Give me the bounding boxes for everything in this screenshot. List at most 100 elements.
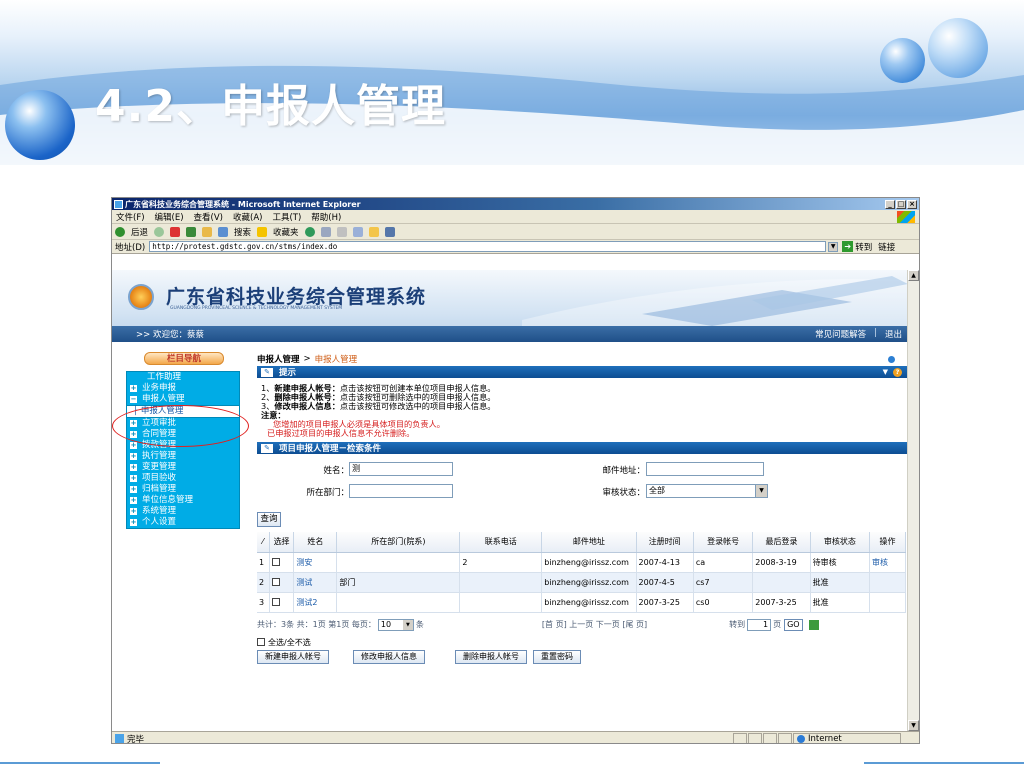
export-excel-icon[interactable] (808, 619, 819, 630)
sidebar-item-applicant-manage[interactable]: − 申报人管理 (127, 394, 239, 405)
row-checkbox[interactable] (271, 558, 280, 566)
sidebar-item-business-apply[interactable]: + 业务申报 (127, 383, 239, 394)
sidebar-item-acceptance[interactable]: + 项目验收 (127, 473, 239, 484)
sidebar-item-label: 申报人管理 (142, 394, 185, 404)
row-name-link[interactable]: 测安 (293, 552, 338, 573)
sidebar-item-unit-info[interactable]: + 单位信息管理 (127, 495, 239, 506)
refresh-icon[interactable] (887, 354, 896, 364)
browser-window: 广东省科技业务综合管理系统 - Microsoft Internet Explo… (111, 197, 920, 744)
close-button[interactable]: × (907, 199, 917, 209)
delete-applicant-button[interactable]: 删除申报人帐号 (455, 649, 527, 664)
refresh-icon[interactable] (186, 226, 197, 237)
pager-summary: 共计：3条 共：1页 第1页 每页： (257, 620, 376, 629)
col-header-status[interactable]: 审核状态 (810, 532, 871, 553)
address-dropdown-icon[interactable]: ▼ (828, 241, 839, 252)
app-logo-icon (128, 284, 154, 310)
favorites-button[interactable]: 收藏夹 (273, 226, 299, 238)
favorites-icon[interactable] (257, 226, 268, 237)
scroll-down-icon[interactable]: ▼ (908, 720, 919, 731)
search-button[interactable]: 搜索 (234, 226, 251, 238)
edit-applicant-button[interactable]: 修改申报人信息 (353, 649, 425, 664)
name-input[interactable]: 测 (349, 462, 453, 476)
col-header-select: 选择 (269, 532, 295, 553)
top-nav: 常见问题解答 | 退出 (815, 328, 902, 340)
logout-link[interactable]: 退出 (885, 328, 902, 340)
select-all-checkbox[interactable] (257, 638, 265, 646)
sidebar-item-personal[interactable]: + 个人设置 (127, 517, 239, 528)
query-button[interactable]: 查询 (257, 512, 281, 527)
menu-tools[interactable]: 工具(T) (272, 211, 301, 223)
home-icon[interactable] (202, 226, 213, 237)
maximize-button[interactable]: □ (896, 199, 906, 209)
menu-view[interactable]: 查看(V) (194, 211, 223, 223)
row-dept (336, 552, 461, 573)
reset-password-button[interactable]: 重置密码 (533, 649, 581, 664)
security-zone: Internet (793, 733, 901, 743)
row-name-link[interactable]: 测试 (293, 572, 338, 593)
email-input[interactable] (646, 462, 764, 476)
dept-input[interactable] (349, 484, 453, 498)
folder-icon[interactable] (368, 226, 379, 237)
vertical-scrollbar[interactable]: ▲ ▼ (907, 270, 919, 731)
col-header-regtime[interactable]: 注册时间 (636, 532, 694, 553)
sidebar-item-label: 单位信息管理 (142, 495, 194, 505)
address-input[interactable]: http://protest.gdstc.gov.cn/stms/index.d… (149, 241, 827, 252)
row-name-link[interactable]: 测试2 (293, 592, 338, 613)
select-all-label[interactable]: 全选/全不选 (268, 637, 311, 648)
back-button[interactable]: 后退 (131, 226, 148, 238)
row-checkbox[interactable] (271, 598, 280, 606)
slide-title: 4.2、申报人管理 (95, 81, 446, 132)
history-icon[interactable] (304, 226, 315, 237)
menu-help[interactable]: 帮助(H) (311, 211, 341, 223)
expand-icon: + (130, 485, 137, 493)
sidebar-item-system[interactable]: + 系统管理 (127, 506, 239, 517)
sidebar-item-work-assistant[interactable]: 工作助理 (127, 372, 239, 383)
mail-icon[interactable] (320, 226, 331, 237)
col-header-account[interactable]: 登录帐号 (693, 532, 754, 553)
search-icon[interactable] (218, 226, 229, 237)
breadcrumb-separator: > (303, 354, 311, 364)
messenger-icon[interactable] (384, 226, 395, 237)
help-icon[interactable]: ? (893, 367, 902, 377)
row-account: cs0 (693, 592, 754, 613)
new-applicant-button[interactable]: 新建申报人帐号 (257, 649, 329, 664)
row-checkbox[interactable] (271, 578, 280, 586)
row-op (869, 572, 906, 593)
scroll-up-icon[interactable]: ▲ (908, 270, 919, 281)
goto-page-input[interactable]: 1 (747, 618, 772, 631)
chevron-down-icon: ▼ (755, 485, 767, 497)
pager-nav[interactable]: [首 页] 上一页 下一页 [尾 页] (542, 619, 647, 630)
go-button[interactable]: ➔ 转到 (842, 241, 872, 253)
minimize-button[interactable]: _ (885, 199, 895, 209)
ie-icon (114, 199, 123, 209)
menu-edit[interactable]: 编辑(E) (155, 211, 184, 223)
stop-icon[interactable] (170, 226, 181, 237)
col-header-lastlogin[interactable]: 最后登录 (752, 532, 811, 553)
links-label[interactable]: 链接 (878, 241, 895, 253)
col-header-phone[interactable]: 联系电话 (459, 532, 543, 553)
back-icon[interactable] (115, 226, 125, 237)
row-select-cell (269, 572, 295, 593)
row-review-link[interactable]: 审核 (869, 552, 906, 573)
edit-icon[interactable] (352, 226, 363, 237)
col-header-email[interactable]: 邮件地址 (541, 532, 637, 553)
menu-file[interactable]: 文件(F) (116, 211, 145, 223)
go-page-button[interactable]: GO (784, 618, 803, 631)
expand-icon: + (130, 441, 137, 449)
faq-link[interactable]: 常见问题解答 (815, 328, 866, 340)
col-header-dept[interactable]: 所在部门(院系) (336, 532, 461, 553)
status-select[interactable]: 全部 ▼ (646, 484, 768, 498)
page-size-select[interactable]: 10 ▼ (377, 618, 414, 631)
status-text: 完毕 (127, 734, 145, 744)
sidebar-item-execution[interactable]: + 执行管理 (127, 451, 239, 462)
col-header-name[interactable]: 姓名 (293, 532, 338, 553)
forward-icon[interactable] (154, 226, 165, 237)
sidebar-item-change[interactable]: + 变更管理 (127, 462, 239, 473)
print-icon[interactable] (336, 226, 347, 237)
sidebar-item-archive[interactable]: + 归档管理 (127, 484, 239, 495)
collapse-arrow-icon[interactable]: ▼ (883, 368, 888, 377)
menu-favorites[interactable]: 收藏(A) (233, 211, 262, 223)
breadcrumb-root[interactable]: 申报人管理 (257, 353, 300, 365)
results-table: ⁄ 选择 姓名 所在部门(院系) 联系电话 邮件地址 注册时间 登录帐号 最后登… (257, 532, 906, 613)
expand-icon: + (130, 474, 137, 482)
